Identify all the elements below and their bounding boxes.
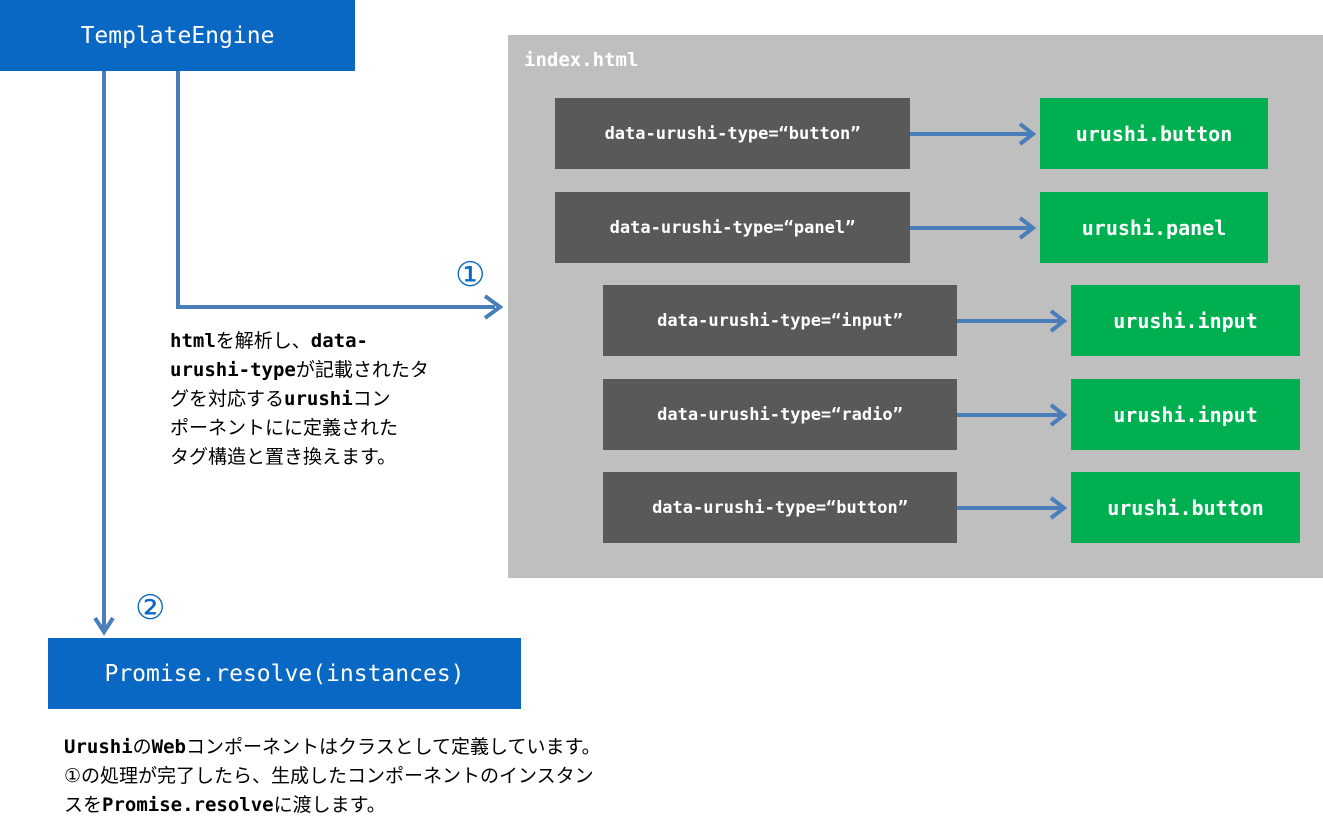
parse-description: htmlを解析し、data- urushi-typeが記載されたタ グを対応する… xyxy=(170,327,490,472)
note2-bold: Web xyxy=(151,736,186,758)
step1-marker: ① xyxy=(455,255,486,295)
parse-arrow xyxy=(176,71,495,309)
note2-text: の xyxy=(132,736,152,758)
promise-resolve-label: Promise.resolve(instances) xyxy=(104,660,465,687)
note1-bold: urushi-type xyxy=(170,359,296,381)
note2-bold: Urushi xyxy=(64,736,133,758)
note1-bold: urushi xyxy=(284,388,353,410)
note2-text: ①の処理が完了したら、生成したコンポーネントのインスタン xyxy=(64,765,594,787)
note1-text: コン xyxy=(352,388,391,410)
note2-bold: Promise.resolve xyxy=(102,794,274,816)
note1-bold: data- xyxy=(310,330,368,352)
note2-text: に渡します。 xyxy=(273,794,386,816)
note1-text: が記載されたタ xyxy=(295,359,429,381)
step2-marker: ② xyxy=(135,588,166,628)
note1-text: を解析し、 xyxy=(215,330,311,352)
note1-text: タグ構造と置き換えます。 xyxy=(170,446,397,468)
note1-bold: html xyxy=(170,330,216,352)
note2-text: コンポーネントはクラスとして定義しています。 xyxy=(185,736,601,758)
note1-text: ポーネントにに定義された xyxy=(170,417,399,439)
note2-text: スを xyxy=(64,794,103,816)
note1-text: グを対応する xyxy=(170,388,285,410)
promise-resolve-box: Promise.resolve(instances) xyxy=(48,638,521,709)
component-description: UrushiのWebコンポーネントはクラスとして定義しています。 ①の処理が完了… xyxy=(64,733,784,820)
